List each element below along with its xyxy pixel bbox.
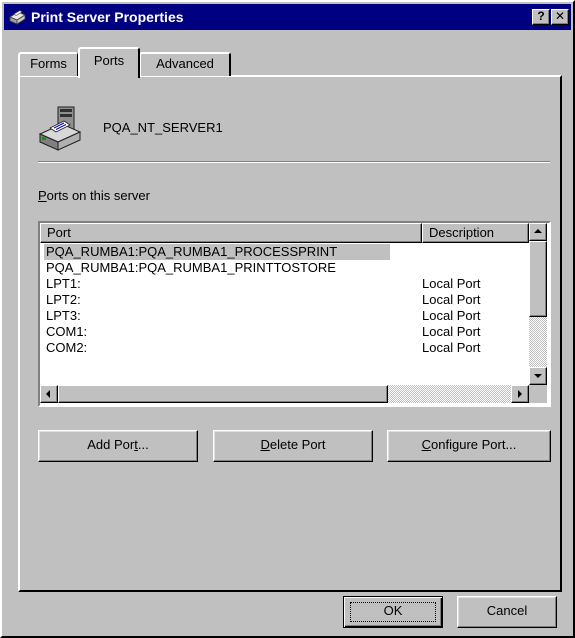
port-description: Local Port: [422, 324, 481, 339]
delete-port-label-accel: D: [260, 437, 270, 452]
add-port-label-b: ...: [137, 437, 149, 452]
column-header-port-label: Port: [47, 225, 71, 240]
table-row[interactable]: PQA_RUMBA1:PQA_RUMBA1_PRINTTOSTORE: [40, 260, 529, 276]
window-title: Print Server Properties: [31, 9, 184, 25]
table-row[interactable]: COM1: Local Port: [40, 324, 529, 340]
tab-ports[interactable]: Ports: [78, 47, 140, 78]
configure-port-label: onfigure Port...: [431, 437, 517, 452]
help-button[interactable]: ?: [532, 9, 550, 25]
help-button-label: ?: [537, 9, 545, 23]
arrow-right-icon: [518, 390, 522, 398]
ports-section-label: Ports on this server: [38, 188, 150, 203]
tab-forms-label: Forms: [30, 56, 67, 71]
arrow-down-icon: [534, 374, 542, 378]
server-name: PQA_NT_SERVER1: [103, 120, 223, 135]
delete-port-button[interactable]: Delete Port: [213, 430, 373, 462]
configure-port-button[interactable]: Configure Port...: [387, 430, 551, 462]
tab-advanced-label: Advanced: [156, 56, 214, 71]
table-row[interactable]: COM2: Local Port: [40, 340, 529, 356]
port-description: Local Port: [422, 292, 481, 307]
port-name: COM2:: [46, 340, 88, 355]
ports-label-accel: P: [38, 188, 47, 203]
table-row[interactable]: LPT1: Local Port: [40, 276, 529, 292]
add-port-button[interactable]: Add Port...: [38, 430, 198, 462]
table-row[interactable]: PQA_RUMBA1:PQA_RUMBA1_PROCESSPRINT: [40, 244, 529, 260]
tab-forms[interactable]: Forms: [18, 52, 78, 76]
print-server-properties-window: Print Server Properties ? ✕ Forms Ports …: [0, 0, 575, 638]
table-row[interactable]: LPT2: Local Port: [40, 292, 529, 308]
port-name: PQA_RUMBA1:PQA_RUMBA1_PROCESSPRINT: [46, 244, 338, 259]
print-server-icon: [38, 106, 82, 151]
title-bar[interactable]: Print Server Properties ? ✕: [4, 4, 571, 30]
horizontal-scrollbar[interactable]: [40, 385, 529, 403]
delete-port-label: elete Port: [269, 437, 326, 452]
horizontal-scroll-thumb[interactable]: [58, 385, 388, 403]
scroll-up-button[interactable]: [529, 223, 547, 241]
separator: [38, 161, 550, 163]
scroll-left-button[interactable]: [40, 385, 58, 403]
table-row[interactable]: LPT3: Local Port: [40, 308, 529, 324]
port-description: Local Port: [422, 276, 481, 291]
tab-advanced[interactable]: Advanced: [139, 52, 231, 76]
port-name: PQA_RUMBA1:PQA_RUMBA1_PRINTTOSTORE: [46, 260, 336, 275]
arrow-left-icon: [46, 390, 50, 398]
port-name: LPT1:: [46, 276, 81, 291]
focus-rectangle: [350, 602, 436, 622]
tab-ports-label: Ports: [93, 53, 125, 68]
close-icon: ✕: [554, 9, 566, 23]
ports-listview[interactable]: Port Description PQA_RUMBA1:PQA_RUMBA1_P…: [38, 221, 551, 407]
close-button[interactable]: ✕: [551, 9, 569, 25]
column-header-port[interactable]: Port: [40, 223, 422, 243]
column-header-description-label: Description: [429, 225, 495, 240]
configure-port-label-accel: C: [421, 437, 432, 452]
port-name: LPT2:: [46, 292, 81, 307]
vertical-scroll-thumb[interactable]: [529, 241, 547, 317]
add-port-label-a: Add Por: [87, 437, 135, 452]
ports-label-rest: orts on this server: [46, 188, 150, 203]
printer-folder-icon: [9, 10, 26, 25]
ok-button[interactable]: OK: [343, 596, 443, 628]
port-description: Local Port: [422, 308, 481, 323]
scroll-down-button[interactable]: [529, 367, 547, 385]
column-header-description[interactable]: Description: [422, 223, 529, 243]
cancel-button[interactable]: Cancel: [457, 596, 557, 628]
cancel-button-label: Cancel: [486, 603, 528, 618]
port-description: Local Port: [422, 340, 481, 355]
port-name: COM1:: [46, 324, 88, 339]
vertical-scrollbar[interactable]: [529, 223, 547, 385]
port-name: LPT3:: [46, 308, 81, 323]
arrow-up-icon: [534, 229, 542, 233]
scrollbar-corner: [529, 385, 547, 403]
scroll-right-button[interactable]: [511, 385, 529, 403]
